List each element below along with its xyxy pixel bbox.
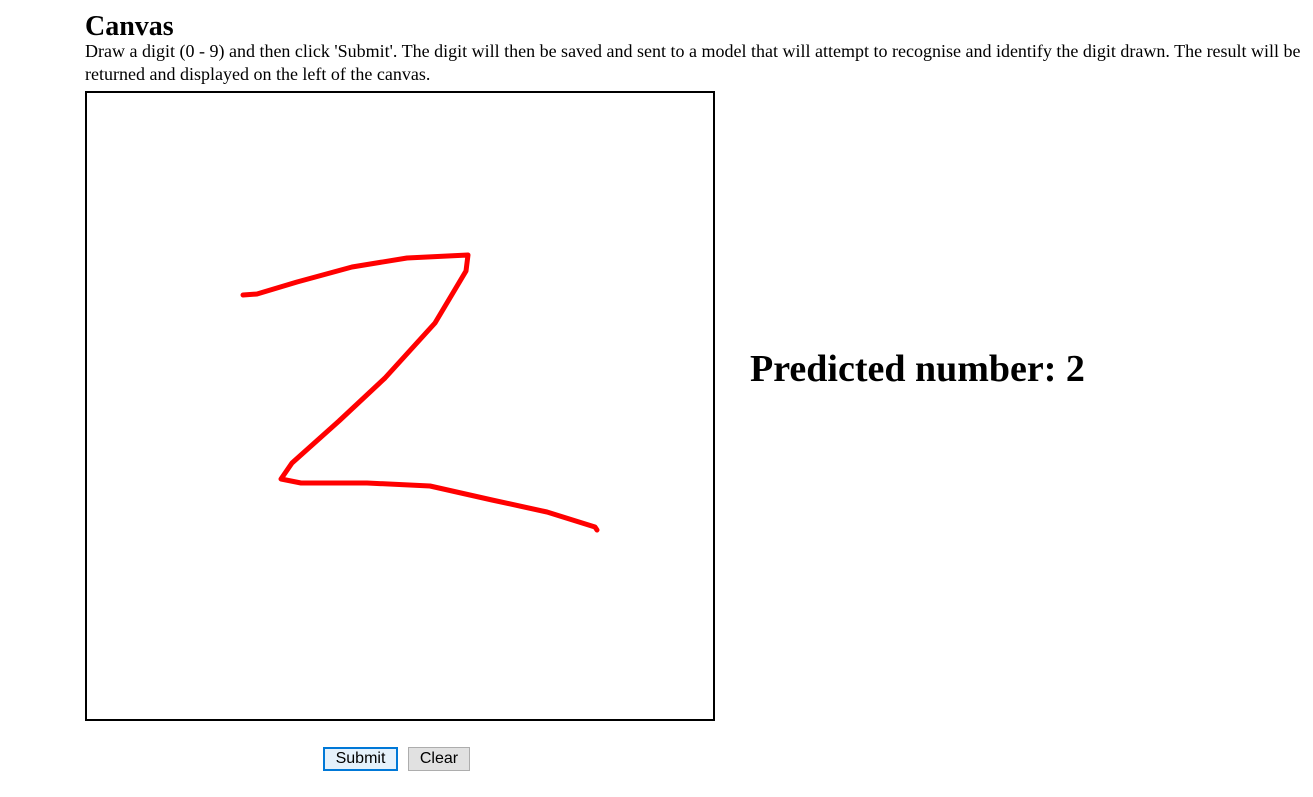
page: Canvas Draw a digit (0 - 9) and then cli… [0, 0, 1313, 797]
clear-button[interactable]: Clear [408, 747, 470, 771]
drawing-surface[interactable] [87, 93, 713, 719]
submit-button[interactable]: Submit [323, 747, 398, 771]
drawn-digit-stroke [240, 252, 600, 533]
page-title: Canvas [85, 11, 174, 42]
prediction-result: Predicted number: 2 [750, 348, 1085, 390]
instructions-text: Draw a digit (0 - 9) and then click 'Sub… [85, 41, 1301, 84]
drawing-canvas[interactable] [85, 91, 715, 721]
